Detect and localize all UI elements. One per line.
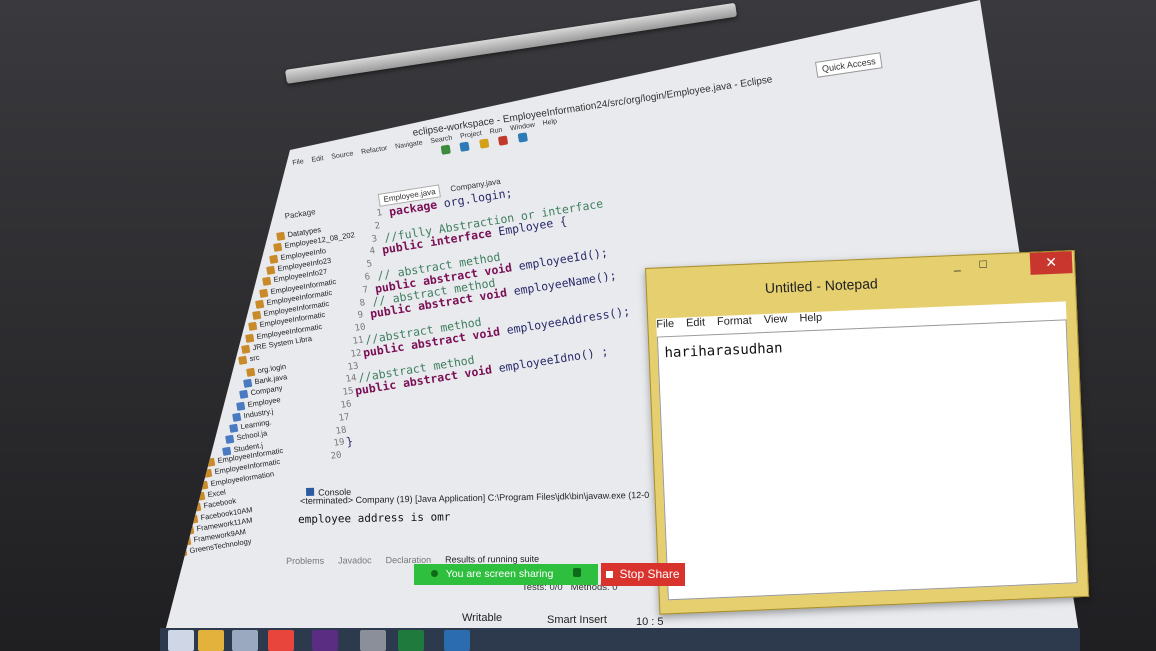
status-cursor-position: 10 : 5 [636,616,664,628]
project-icon [232,412,242,422]
line-number: 5 [366,259,374,271]
project-icon [246,367,256,377]
stop-icon [606,571,614,578]
tree-item[interactable]: src [237,353,260,366]
status-writable: Writable [462,612,503,624]
tree-item-label: src [248,353,260,364]
menu-item-help[interactable]: Help [542,118,557,127]
line-number: 7 [361,284,369,296]
code-token: employeeId(); [517,244,609,273]
notepad-title: Untitled - Notepad [764,275,879,296]
project-icon [265,265,275,275]
line-number: 3 [371,233,379,245]
project-icon [255,299,265,309]
line-number: 8 [359,297,367,309]
line-number: 12 [349,348,362,360]
project-icon [269,254,279,264]
app-icon[interactable] [232,630,258,651]
shield-icon [573,568,582,577]
stop-share-label: Stop Share [619,567,680,581]
code-token: employeeAddress(); [505,303,631,337]
bottom-tab[interactable]: Problems [286,556,324,566]
line-number: 20 [330,450,343,463]
status-insert-mode: Smart Insert [547,614,607,626]
windows-taskbar [160,628,1080,651]
console-output: employee address is omr [298,510,451,526]
eclipse-taskbar-icon[interactable] [312,630,338,651]
line-number: 15 [342,386,355,399]
project-icon [241,344,251,354]
screen-sharing-banner: You are screen sharing [414,564,598,585]
new-icon[interactable] [479,138,490,149]
line-number: 4 [368,246,376,258]
notepad-menu-edit[interactable]: Edit [686,317,705,330]
sharing-status-icon [430,570,438,577]
code-token: employeeName(); [512,268,618,299]
notepad-text-area[interactable]: hariharasudhan [656,319,1078,601]
notepad-menu-help[interactable]: Help [799,312,822,325]
bottom-tab[interactable]: Javadoc [338,555,372,565]
notepad-menu-view[interactable]: View [764,313,788,326]
project-icon [237,356,247,366]
line-number: 6 [364,272,371,283]
project-icon [239,389,249,400]
app-icon-3[interactable] [444,630,470,651]
debug-icon[interactable] [459,141,471,152]
excel-icon[interactable] [398,630,424,651]
chrome-icon[interactable] [268,630,294,651]
app-icon-2[interactable] [360,630,386,651]
project-icon [251,310,261,320]
quick-access-input[interactable]: Quick Access [815,52,883,78]
run-icon[interactable] [440,144,451,155]
project-icon [258,288,268,298]
start-icon[interactable] [168,630,194,651]
menu-item-edit[interactable]: Edit [311,155,324,164]
project-icon [272,243,282,253]
notepad-window: Untitled - Notepad _ □ ✕ File Edit Format V… [645,249,1090,615]
console-header: <terminated> Company (19) [Java Applicat… [300,489,650,506]
menu-item-source[interactable]: Source [331,150,354,160]
stop-icon[interactable] [498,135,509,146]
project-icon [248,322,258,332]
project-icon [244,333,254,343]
line-number: 17 [337,412,350,424]
project-icon [228,423,238,433]
file-explorer-icon[interactable] [198,630,224,651]
menu-item-navigate[interactable]: Navigate [395,139,423,150]
code-token: employeeIdno() ; [498,344,610,376]
line-number: 16 [340,399,353,411]
menu-item-refactor[interactable]: Refactor [361,145,388,156]
search-icon[interactable] [517,132,528,143]
project-icon [242,378,252,388]
project-icon [276,231,286,241]
bottom-tab[interactable]: Results of running suite [445,554,539,565]
project-icon [262,276,272,287]
package-explorer-title[interactable]: Package [284,207,316,221]
project-icon [235,401,245,411]
menu-item-file[interactable]: File [292,158,304,167]
code-token: } [344,434,354,450]
line-number: 9 [356,310,364,322]
minimize-button[interactable]: _ [946,257,969,274]
notepad-menu-file[interactable]: File [656,318,674,331]
notepad-content: hariharasudhan [664,340,783,362]
project-icon [225,435,235,445]
line-number: 2 [373,220,381,232]
screen-sharing-label: You are screen sharing [445,568,554,580]
notepad-menu-format[interactable]: Format [717,315,752,328]
code-line: } [345,434,354,449]
line-number: 1 [376,208,383,219]
close-button[interactable]: ✕ [1029,251,1073,275]
line-number: 19 [332,437,346,450]
maximize-button[interactable]: □ [972,256,995,273]
stop-share-button[interactable]: Stop Share [601,563,685,586]
